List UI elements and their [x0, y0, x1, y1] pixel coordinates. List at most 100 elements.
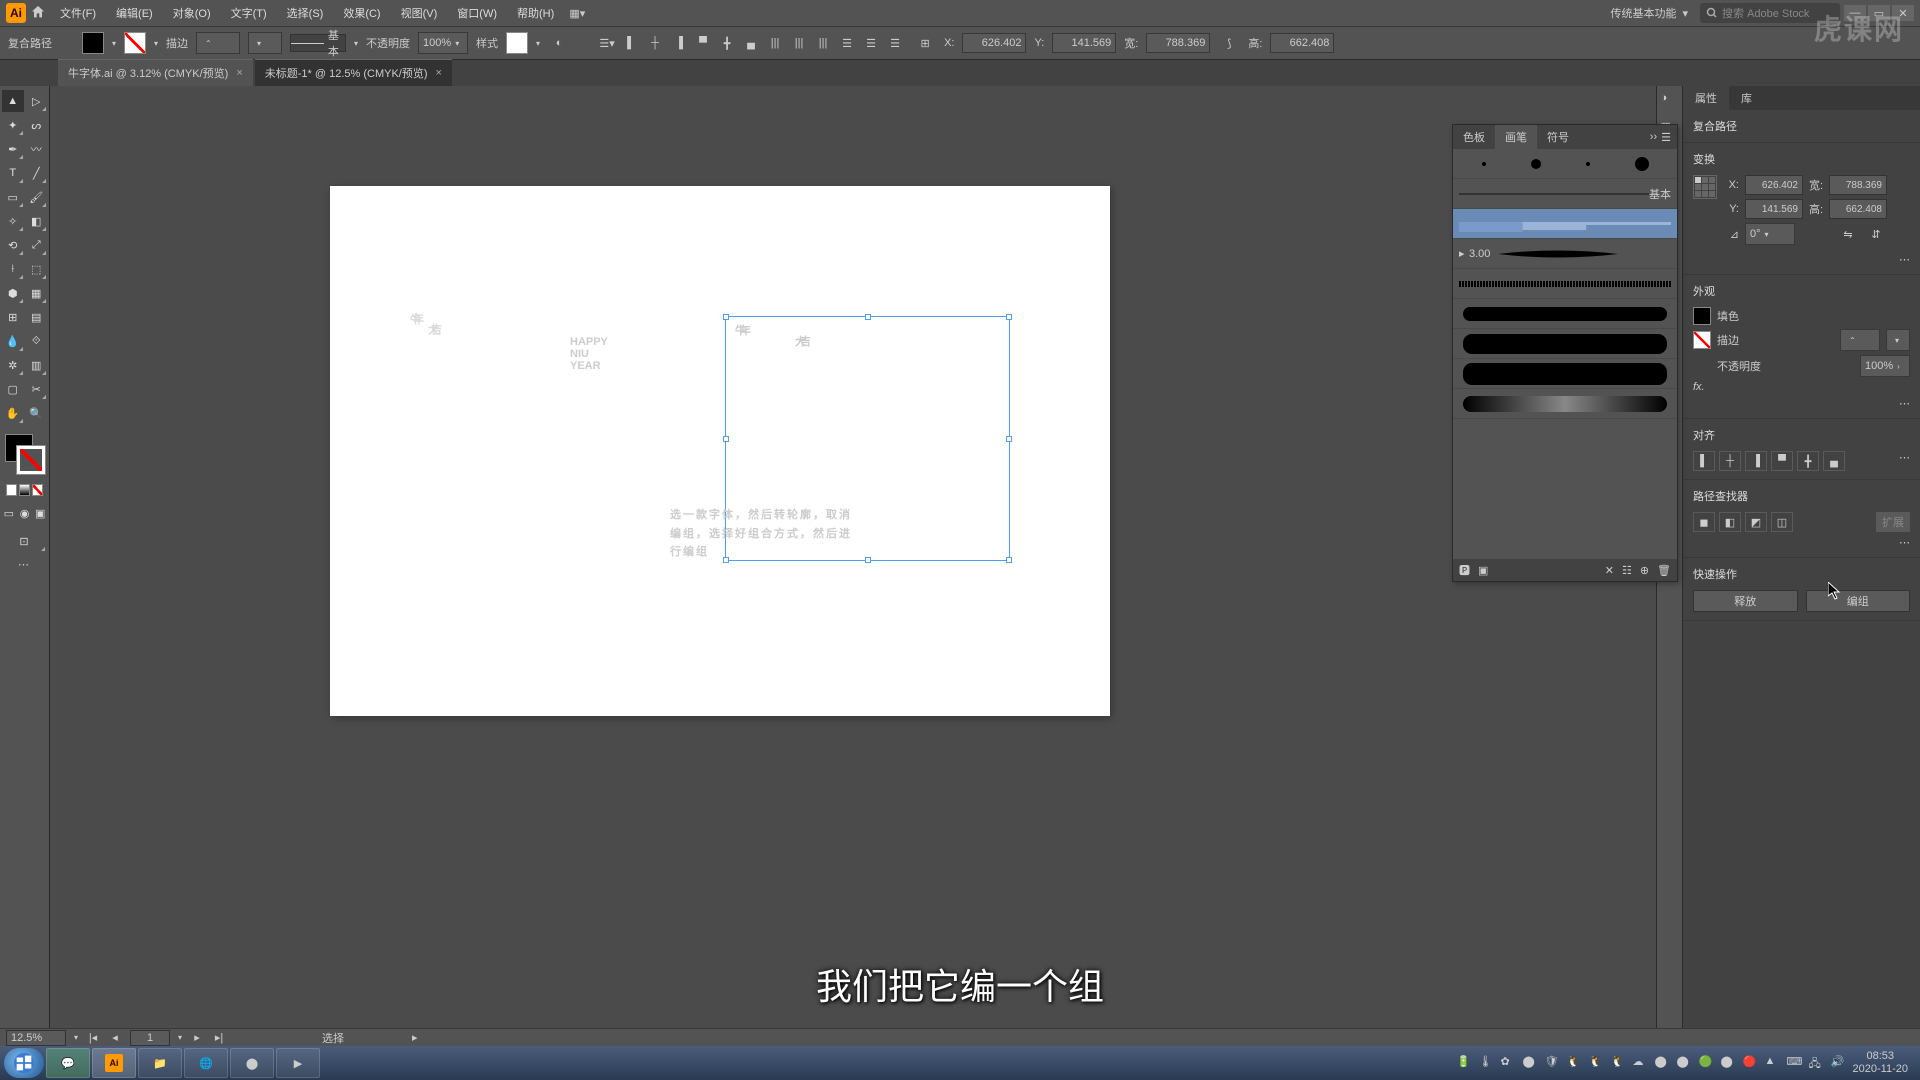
prop-y-input[interactable]	[1745, 199, 1803, 219]
brush-item[interactable]	[1453, 389, 1677, 419]
line-tool[interactable]: ╱	[26, 162, 48, 184]
flip-h-icon[interactable]: ⇋	[1837, 223, 1859, 245]
group-button[interactable]: 编组	[1806, 590, 1911, 612]
tray-expand-icon[interactable]: ▲	[1765, 1055, 1781, 1071]
maximize-button[interactable]: ▭	[1868, 5, 1890, 21]
tab-properties[interactable]: 属性	[1683, 86, 1729, 110]
prop-stroke-swatch[interactable]	[1693, 331, 1711, 349]
perspective-tool[interactable]: ▦	[26, 282, 48, 304]
dist-h3-icon[interactable]: |||	[812, 32, 834, 54]
tray-icon[interactable]: 🐧	[1567, 1055, 1583, 1071]
brush-item[interactable]	[1453, 149, 1677, 179]
align-left-icon[interactable]: ▌	[620, 32, 642, 54]
shape-builder-tool[interactable]: ⬢	[2, 282, 24, 304]
menu-edit[interactable]: 编辑(E)	[108, 1, 161, 25]
collapse-icon[interactable]: ››	[1650, 131, 1657, 144]
taskbar-wechat[interactable]: 💬	[46, 1048, 90, 1078]
taskbar-explorer[interactable]: 📁	[138, 1048, 182, 1078]
close-button[interactable]: ✕	[1892, 5, 1914, 21]
prop-fill-swatch[interactable]	[1693, 307, 1711, 325]
color-panel-icon[interactable]: ◑	[1661, 92, 1679, 110]
style-swatch[interactable]	[506, 32, 528, 54]
brush-item-selected[interactable]	[1453, 209, 1677, 239]
pf-minus-icon[interactable]: ◧	[1719, 512, 1741, 532]
brush-item[interactable]	[1453, 329, 1677, 359]
doc-tab-0[interactable]: 牛字体.ai @ 3.12% (CMYK/预览)×	[58, 59, 253, 86]
taskbar-player[interactable]: ▶	[276, 1048, 320, 1078]
rotate-tool[interactable]: ⟲	[2, 234, 24, 256]
remove-stroke-icon[interactable]: ✕	[1605, 564, 1614, 577]
prop-x-input[interactable]	[1745, 175, 1803, 195]
panel-menu-icon[interactable]: ☰	[1661, 131, 1671, 144]
brush-item[interactable]	[1453, 359, 1677, 389]
align-bottom-icon[interactable]: ▄	[740, 32, 762, 54]
none-mode-icon[interactable]	[32, 484, 43, 496]
edit-toolbar-icon[interactable]: ⋯	[2, 558, 47, 571]
magic-wand-tool[interactable]: ✦	[2, 114, 24, 136]
brush-item[interactable]	[1453, 299, 1677, 329]
menu-file[interactable]: 文件(F)	[52, 1, 104, 25]
shaper-tool[interactable]: ✧	[2, 210, 24, 232]
width-tool[interactable]: ⟊	[2, 258, 24, 280]
prop-opacity[interactable]: 100%›	[1860, 355, 1910, 377]
canvas[interactable]: 牛年 大吉 HAPPYNIUYEAR 牛年 大吉 选一款字体，然后转轮廓，取消 …	[50, 86, 1656, 1046]
menu-text[interactable]: 文字(T)	[223, 1, 275, 25]
status-menu-icon[interactable]: ▸	[412, 1031, 418, 1044]
type-tool[interactable]: T	[2, 162, 24, 184]
tray-icon[interactable]: 🛡	[1545, 1055, 1561, 1071]
opacity-input[interactable]: 100%▾	[418, 32, 468, 54]
more-options-icon[interactable]: ⋯	[1899, 537, 1910, 549]
tray-icon[interactable]: 🟢	[1699, 1055, 1715, 1071]
next-artboard-icon[interactable]: ▸	[190, 1031, 204, 1045]
lasso-tool[interactable]: ᔕ	[26, 114, 48, 136]
align-hcenter-icon[interactable]: ┼	[1719, 451, 1741, 471]
shape-mode-icon[interactable]: ⊞	[914, 32, 936, 54]
first-artboard-icon[interactable]: |◂	[86, 1031, 100, 1045]
flip-v-icon[interactable]: ⇵	[1865, 223, 1887, 245]
tray-icon[interactable]: 🔴	[1743, 1055, 1759, 1071]
align-dist-icon[interactable]: ☰▾	[596, 32, 618, 54]
direct-selection-tool[interactable]: ▷	[26, 90, 48, 112]
new-brush-icon[interactable]: ⊕	[1640, 564, 1649, 577]
tray-icon[interactable]: 🐧	[1589, 1055, 1605, 1071]
brush-item[interactable]	[1453, 269, 1677, 299]
pf-unite-icon[interactable]: ◼	[1693, 512, 1715, 532]
eyedropper-tool[interactable]: 💧	[2, 330, 24, 352]
stock-search[interactable]: 搜索 Adobe Stock	[1700, 3, 1840, 23]
screen-full-icon[interactable]: ◉	[18, 502, 32, 524]
zoom-tool[interactable]: 🔍	[26, 402, 48, 424]
graph-tool[interactable]: ▥	[26, 354, 48, 376]
more-options-icon[interactable]: ⋯	[1899, 451, 1910, 471]
menu-select[interactable]: 选择(S)	[279, 1, 332, 25]
brush-lib2-icon[interactable]: ▣	[1478, 564, 1488, 577]
gradient-tool[interactable]: ▤	[26, 306, 48, 328]
slice-tool[interactable]: ✂	[26, 378, 48, 400]
stroke-weight[interactable]: ⌃	[196, 32, 240, 54]
artboard-tool[interactable]: ▢	[2, 378, 24, 400]
start-button[interactable]	[4, 1048, 44, 1078]
eraser-tool[interactable]: ◧	[26, 210, 48, 232]
menu-window[interactable]: 窗口(W)	[449, 1, 505, 25]
link-wh-icon[interactable]: ⟆	[1218, 32, 1240, 54]
tray-icon[interactable]: 🐧	[1611, 1055, 1627, 1071]
rectangle-tool[interactable]: ▭	[2, 186, 24, 208]
bridge-icon[interactable]: ▦▾	[566, 2, 588, 24]
dist-v3-icon[interactable]: ☰	[884, 32, 906, 54]
dist-v2-icon[interactable]: ☰	[860, 32, 882, 54]
vsp-dd[interactable]: ▾	[248, 32, 282, 54]
hand-tool[interactable]: ✋	[2, 402, 24, 424]
close-icon[interactable]: ×	[436, 67, 442, 79]
align-top-icon[interactable]: ▀	[692, 32, 714, 54]
last-artboard-icon[interactable]: ▸|	[212, 1031, 226, 1045]
tab-symbols[interactable]: 符号	[1537, 125, 1579, 149]
fill-stroke-control[interactable]	[3, 432, 47, 476]
workspace-switcher[interactable]: 传统基本功能▾	[1602, 2, 1696, 24]
taskbar-illustrator[interactable]: Ai	[92, 1048, 136, 1078]
scale-tool[interactable]: ⤢	[26, 234, 48, 256]
pen-tool[interactable]: ✒	[2, 138, 24, 160]
color-mode-icon[interactable]	[6, 484, 17, 496]
menu-view[interactable]: 视图(V)	[393, 1, 446, 25]
tab-brushes[interactable]: 画笔	[1495, 125, 1537, 149]
zoom-level[interactable]: 12.5%	[6, 1030, 66, 1046]
align-bottom-icon[interactable]: ▄	[1823, 451, 1845, 471]
